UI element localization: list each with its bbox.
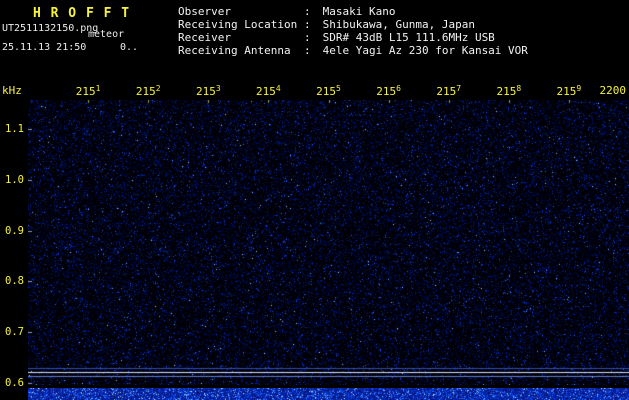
y-tick-label: 0.9 — [5, 225, 24, 237]
info-separator: : — [304, 44, 316, 57]
spectrogram-canvas — [28, 100, 629, 385]
x-tick-label: 2152 — [136, 84, 161, 98]
x-tick-label: 2151 — [76, 84, 101, 98]
y-tick-label: 1.0 — [5, 174, 24, 186]
x-tick-label: 2153 — [196, 84, 221, 98]
info-value: Shibukawa, Gunma, Japan — [316, 18, 475, 31]
x-tick-label: 2200 — [600, 84, 627, 97]
frequency-unit-label: kHz — [2, 84, 22, 97]
x-tick-label: 2157 — [436, 84, 461, 98]
x-tick-label: 2159 — [557, 84, 582, 98]
info-separator: : — [304, 5, 316, 18]
y-tick-label: 1.1 — [5, 123, 24, 135]
observation-datetime: 25.11.13 21:50 — [2, 42, 86, 53]
y-tick-label: 0.8 — [5, 275, 24, 287]
info-row: Observer: Masaki Kano — [178, 5, 528, 18]
y-tick-label: 0.7 — [5, 326, 24, 338]
info-label: Receiving Antenna — [178, 44, 304, 57]
app-title: H R O F F T — [33, 6, 130, 21]
info-value: 4ele Yagi Az 230 for Kansai VOR — [316, 44, 528, 57]
spectrogram — [28, 100, 629, 385]
info-label: Receiver — [178, 31, 304, 44]
observer-info-block: Observer: Masaki Kano Receiving Location:… — [178, 5, 528, 57]
station-name: meteor — [88, 29, 124, 40]
y-tick-label: 0.6 — [5, 377, 24, 389]
output-filename: UT2511132150.png — [2, 23, 98, 34]
info-value: SDR# 43dB L15 111.6MHz USB — [316, 31, 495, 44]
hrofft-screen: H R O F F T UT2511132150.png meteor 25.1… — [0, 0, 629, 400]
info-separator: : — [304, 18, 316, 31]
x-tick-label: 2156 — [376, 84, 401, 98]
info-label: Receiving Location — [178, 18, 304, 31]
info-row: Receiver: SDR# 43dB L15 111.6MHz USB — [178, 31, 528, 44]
x-tick-label: 2154 — [256, 84, 281, 98]
signal-level-canvas — [28, 388, 629, 400]
info-label: Observer — [178, 5, 304, 18]
echo-counter: 0.. — [120, 42, 138, 53]
info-row: Receiving Location: Shibukawa, Gunma, Ja… — [178, 18, 528, 31]
info-separator: : — [304, 31, 316, 44]
signal-level-strip — [28, 388, 629, 400]
info-value: Masaki Kano — [316, 5, 395, 18]
info-row: Receiving Antenna: 4ele Yagi Az 230 for … — [178, 44, 528, 57]
x-tick-label: 2158 — [496, 84, 521, 98]
x-tick-label: 2155 — [316, 84, 341, 98]
